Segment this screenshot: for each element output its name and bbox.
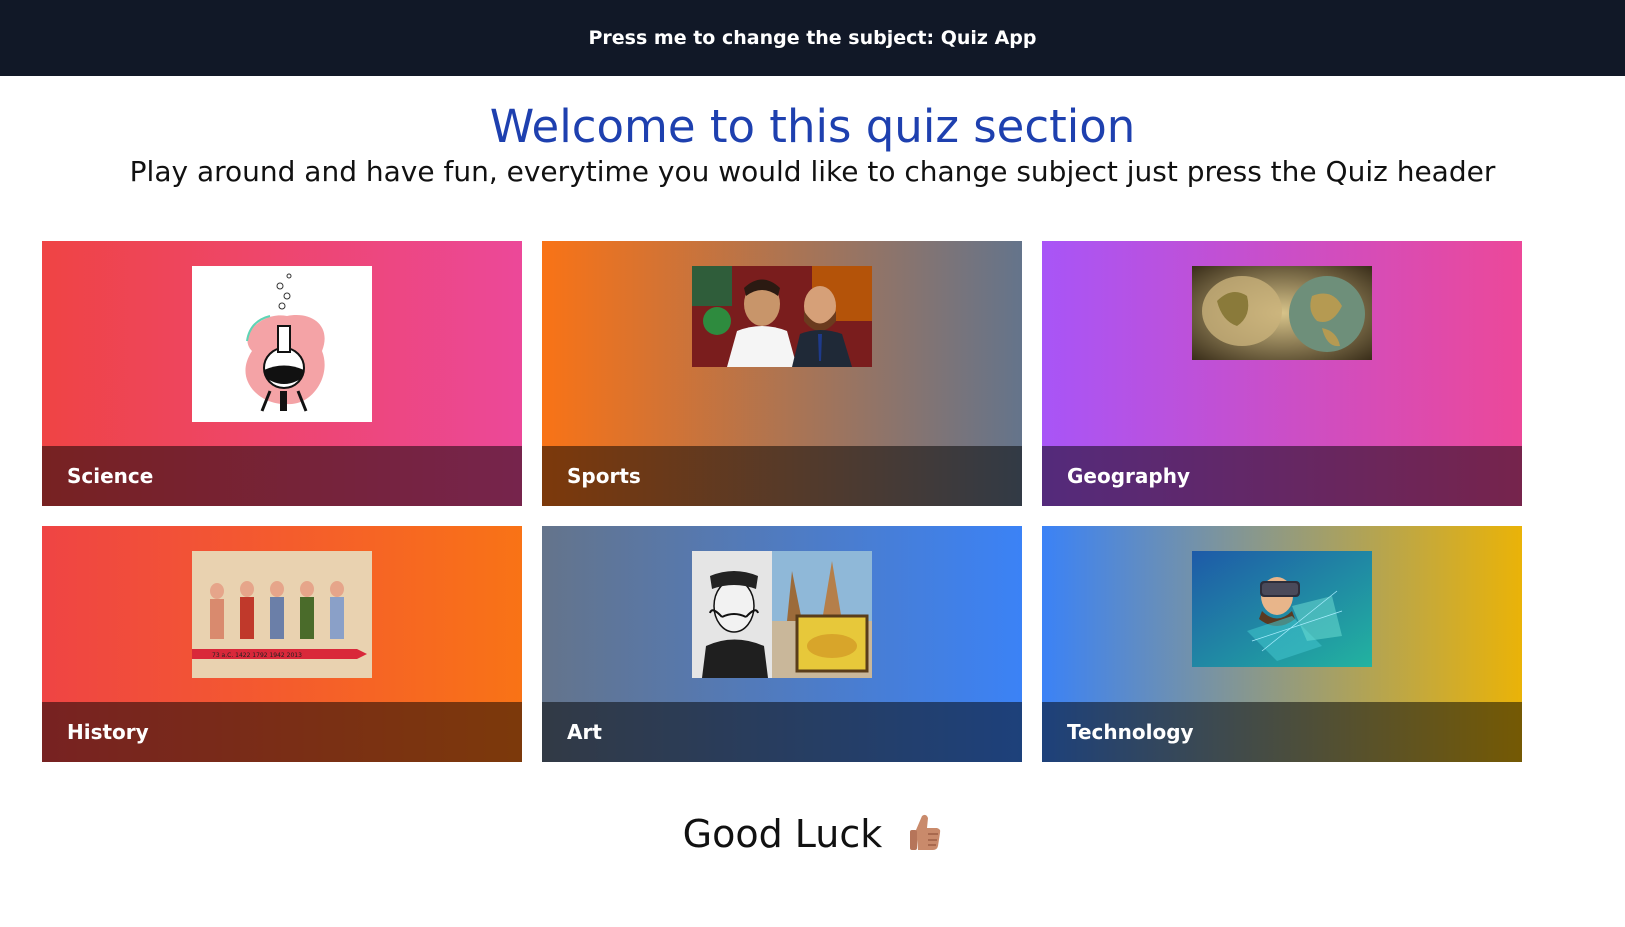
subject-card-history[interactable]: 73 a.C. 1422 1792 1942 2013 History xyxy=(42,526,522,762)
subject-label-geography: Geography xyxy=(1042,446,1522,506)
svg-text:73 a.C. 1422 1792 1942: 73 a.C. 1422 1792 1942 2013 xyxy=(212,652,302,659)
page-title: Welcome to this quiz section xyxy=(489,100,1136,153)
subject-label-art: Art xyxy=(542,702,1022,762)
subject-card-science[interactable]: Science xyxy=(42,241,522,506)
subject-grid: Science Sports Geography 73 a.C. 1422 17… xyxy=(42,241,1523,762)
quiz-header-title: Press me to change the subject: Quiz App xyxy=(588,27,1037,49)
subject-card-technology[interactable]: Technology xyxy=(1042,526,1522,762)
technology-image xyxy=(1192,551,1372,667)
art-image xyxy=(692,551,872,678)
subject-label-science: Science xyxy=(42,446,522,506)
geography-image xyxy=(1192,266,1372,360)
good-luck-text: Good Luck xyxy=(682,812,883,856)
page-subtitle: Play around and have fun, everytime you … xyxy=(129,155,1496,188)
thumbs-up-icon xyxy=(908,812,942,861)
hero: Welcome to this quiz section Play around… xyxy=(0,100,1625,190)
history-image: 73 a.C. 1422 1792 1942 2013 xyxy=(192,551,372,678)
subject-card-art[interactable]: Art xyxy=(542,526,1022,762)
quiz-header[interactable]: Press me to change the subject: Quiz App xyxy=(0,0,1625,76)
footer: Good Luck xyxy=(0,812,1625,861)
subject-card-sports[interactable]: Sports xyxy=(542,241,1022,506)
science-image xyxy=(192,266,372,422)
subject-label-history: History xyxy=(42,702,522,762)
subject-label-technology: Technology xyxy=(1042,702,1522,762)
sports-image xyxy=(692,266,872,367)
subject-label-sports: Sports xyxy=(542,446,1022,506)
subject-card-geography[interactable]: Geography xyxy=(1042,241,1522,506)
